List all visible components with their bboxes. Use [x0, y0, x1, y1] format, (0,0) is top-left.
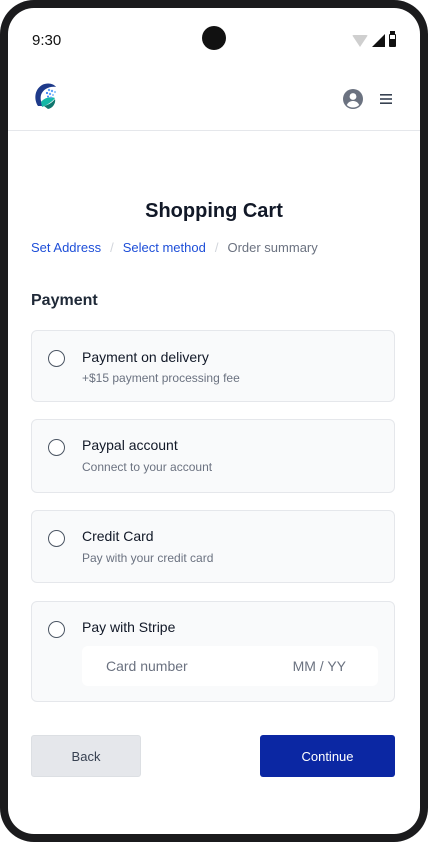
- signal-icon: [372, 34, 385, 47]
- camera-notch: [202, 26, 226, 50]
- payment-section-title: Payment: [31, 292, 98, 309]
- status-time: 9:30: [32, 32, 62, 49]
- breadcrumb-select-method[interactable]: Select method: [123, 240, 206, 255]
- radio-button[interactable]: [48, 350, 65, 367]
- wifi-icon: [352, 35, 368, 47]
- breadcrumb-separator: /: [110, 240, 114, 255]
- payment-option-delivery[interactable]: Payment on delivery +$15 payment process…: [31, 330, 395, 402]
- breadcrumb-order-summary: Order summary: [227, 240, 318, 255]
- radio-button[interactable]: [48, 530, 65, 547]
- breadcrumb: Set Address / Select method / Order summ…: [31, 240, 318, 255]
- page-title: Shopping Cart: [145, 200, 283, 222]
- option-description: +$15 payment processing fee: [82, 371, 240, 385]
- user-circle-icon[interactable]: [342, 88, 364, 110]
- status-bar: 9:30: [8, 8, 420, 72]
- expiry-field[interactable]: MM / YY: [293, 658, 346, 674]
- hamburger-menu-icon[interactable]: [380, 90, 392, 108]
- card-number-field[interactable]: Card number: [106, 658, 188, 674]
- payment-option-paypal[interactable]: Paypal account Connect to your account: [31, 419, 395, 493]
- battery-icon: [389, 31, 396, 47]
- breadcrumb-separator: /: [214, 240, 219, 255]
- screen: 9:30 Shopping Cart Set Address / Select …: [8, 8, 420, 834]
- status-icons: [352, 31, 396, 47]
- device-frame: 9:30 Shopping Cart Set Address / Select …: [0, 0, 428, 842]
- option-title: Credit Card: [82, 528, 154, 544]
- radio-button[interactable]: [48, 439, 65, 456]
- payment-option-stripe[interactable]: Pay with Stripe Card number MM / YY: [31, 601, 395, 702]
- continue-button[interactable]: Continue: [260, 735, 395, 777]
- option-title: Payment on delivery: [82, 349, 209, 365]
- option-title: Paypal account: [82, 437, 178, 453]
- breadcrumb-set-address[interactable]: Set Address: [31, 240, 101, 255]
- option-title: Pay with Stripe: [82, 619, 176, 635]
- payment-option-credit-card[interactable]: Credit Card Pay with your credit card: [31, 510, 395, 583]
- card-details-input[interactable]: Card number MM / YY: [82, 646, 378, 686]
- back-button[interactable]: Back: [31, 735, 141, 777]
- logo-icon[interactable]: [28, 78, 64, 114]
- option-description: Connect to your account: [82, 460, 213, 474]
- app-header: [8, 72, 420, 131]
- option-description: Pay with your credit card: [82, 551, 214, 565]
- radio-button[interactable]: [48, 621, 65, 638]
